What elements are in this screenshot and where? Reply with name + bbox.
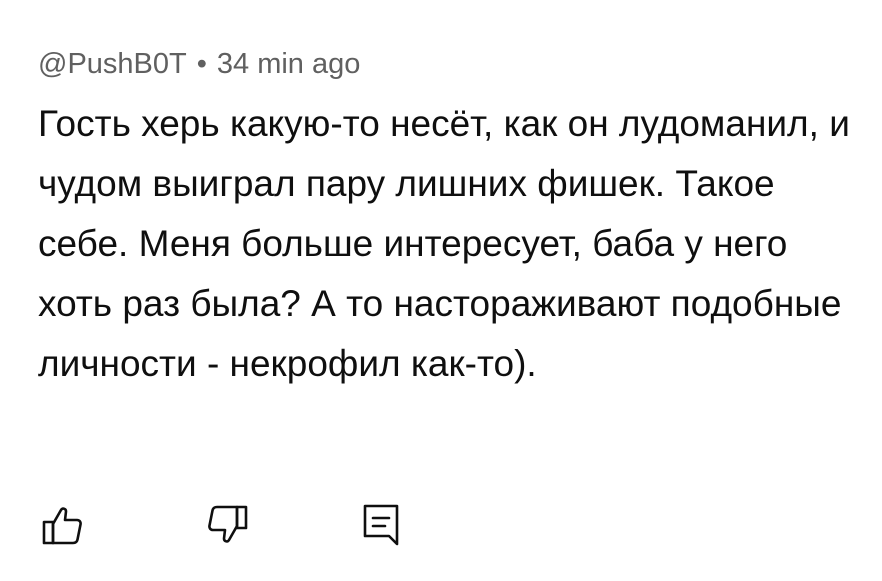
dislike-button[interactable]: [202, 500, 252, 550]
meta-separator: •: [196, 48, 207, 80]
comment-meta: @PushB0T • 34 min ago: [38, 40, 870, 88]
comment-actions: [38, 500, 406, 550]
reply-comment-icon: [363, 504, 399, 546]
like-button[interactable]: [38, 500, 88, 550]
comment: @PushB0T • 34 min ago Гость херь какую-т…: [38, 40, 870, 394]
comment-timestamp[interactable]: 34 min ago: [217, 40, 361, 88]
thumbs-up-icon: [42, 507, 82, 545]
comment-text: Гость херь какую-то несёт, как он лудома…: [38, 103, 850, 384]
thumbs-down-icon: [208, 505, 248, 543]
reply-button[interactable]: [356, 500, 406, 550]
comment-author[interactable]: @PushB0T: [38, 40, 187, 88]
